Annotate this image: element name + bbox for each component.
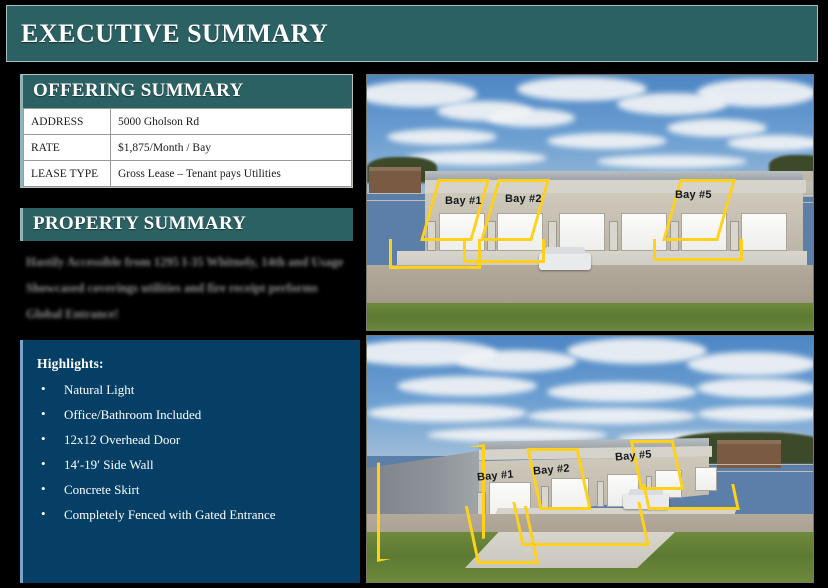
highlights-panel: Highlights: Natural Light Office/Bathroo… bbox=[20, 340, 360, 583]
bay-outline-2-apron bbox=[463, 239, 545, 263]
bay-outline-2-apron bbox=[512, 502, 650, 546]
offering-summary-title: OFFERING SUMMARY bbox=[23, 75, 352, 108]
offering-row-label: RATE bbox=[23, 134, 111, 161]
offering-summary-table: ADDRESS 5000 Gholson Rd RATE $1,875/Mont… bbox=[23, 108, 352, 187]
bay-label-1: Bay #1 bbox=[445, 195, 482, 207]
offering-row-value: $1,875/Month / Bay bbox=[110, 134, 352, 161]
bay-label-2: Bay #2 bbox=[505, 193, 542, 205]
offering-summary-panel: OFFERING SUMMARY ADDRESS 5000 Gholson Rd… bbox=[20, 74, 353, 188]
list-item: Office/Bathroom Included bbox=[35, 405, 350, 423]
bay-outline-5-apron bbox=[642, 484, 740, 510]
page-title: EXECUTIVE SUMMARY bbox=[21, 18, 329, 48]
list-item: Completely Fenced with Gated Entrance bbox=[35, 505, 350, 523]
list-item: 14′-19′ Side Wall bbox=[35, 455, 350, 473]
list-item: 12x12 Overhead Door bbox=[35, 430, 350, 448]
offering-row-value: 5000 Gholson Rd bbox=[110, 108, 352, 135]
bay-outline-5-apron bbox=[653, 239, 743, 261]
property-summary-title: PROPERTY SUMMARY bbox=[20, 208, 353, 241]
offering-row-label: LEASE TYPE bbox=[23, 160, 111, 187]
left-content-column: OFFERING SUMMARY ADDRESS 5000 Gholson Rd… bbox=[20, 74, 360, 332]
property-summary-paragraph: Global Entrance! bbox=[26, 307, 119, 321]
property-summary-body-redacted: Hastily Accessible from 1295 I-35 Whitne… bbox=[20, 241, 353, 323]
highlights-list: Natural Light Office/Bathroom Included 1… bbox=[35, 380, 350, 523]
property-summary-paragraph: Showcased coverings utilities and fire r… bbox=[26, 281, 318, 295]
table-row: RATE $1,875/Month / Bay bbox=[23, 134, 352, 161]
document-page: EXECUTIVE SUMMARY OFFERING SUMMARY ADDRE… bbox=[0, 0, 828, 588]
aerial-angle-photo: Bay #1 Bay #2 Bay #5 bbox=[366, 335, 814, 583]
property-summary-paragraph: Hastily Accessible from 1295 I-35 Whitne… bbox=[26, 255, 344, 269]
list-item: Concrete Skirt bbox=[35, 480, 350, 498]
property-summary-panel: PROPERTY SUMMARY Hastily Accessible from… bbox=[20, 208, 353, 323]
offering-row-value: Gross Lease – Tenant pays Utilities bbox=[110, 160, 352, 187]
bay-label-5: Bay #5 bbox=[675, 189, 712, 201]
section-header-bar: EXECUTIVE SUMMARY bbox=[6, 5, 818, 62]
list-item: Natural Light bbox=[35, 380, 350, 398]
table-row: LEASE TYPE Gross Lease – Tenant pays Uti… bbox=[23, 160, 352, 187]
front-elevation-photo: Bay #1 Bay #2 Bay #5 bbox=[366, 74, 814, 331]
highlights-title: Highlights: bbox=[37, 356, 104, 371]
offering-row-label: ADDRESS bbox=[23, 108, 111, 135]
table-row: ADDRESS 5000 Gholson Rd bbox=[23, 108, 352, 135]
